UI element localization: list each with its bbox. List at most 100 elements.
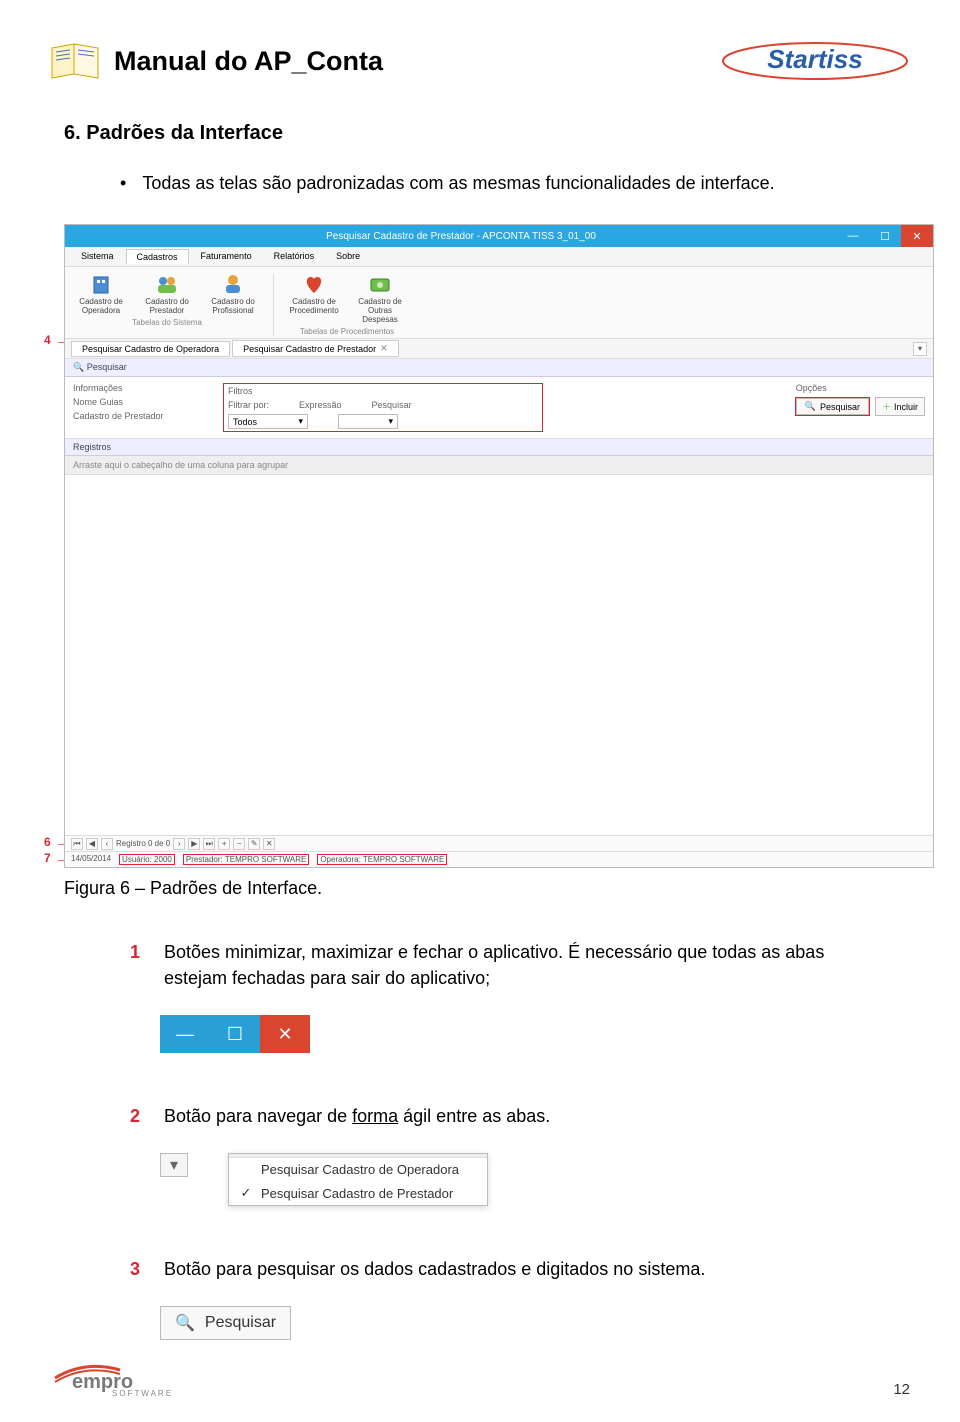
menu-faturamento[interactable]: Faturamento bbox=[191, 249, 262, 264]
pager: ⏮ ◀ ‹ Registro 0 de 0 › ▶ ⏭ + − ✎ ✕ bbox=[65, 835, 933, 851]
page-header: Manual do AP_Conta Startiss bbox=[50, 40, 910, 82]
check-icon: ✓ bbox=[239, 1185, 253, 1201]
app-screenshot: Pesquisar Cadastro de Prestador - APCONT… bbox=[64, 224, 934, 868]
manual-title: Manual do AP_Conta bbox=[114, 46, 383, 77]
section-heading: 6. Padrões da Interface bbox=[64, 122, 910, 145]
window-title: Pesquisar Cadastro de Prestador - APCONT… bbox=[85, 231, 837, 242]
pager-cancel-button[interactable]: ✕ bbox=[263, 838, 275, 850]
panel-registros: Registros bbox=[65, 439, 933, 456]
people-icon bbox=[154, 273, 180, 295]
filtrar-por-label: Filtrar por: bbox=[228, 400, 269, 410]
filtros-column: Filtros Filtrar por: Expressão Pesquisar… bbox=[223, 383, 543, 432]
ribbon: Cadastro de Operadora Cadastro do Presta… bbox=[65, 267, 933, 339]
rib-cad-prestador[interactable]: Cadastro do Prestador bbox=[139, 273, 195, 315]
dropdown-item[interactable]: ✓Pesquisar Cadastro de Prestador bbox=[229, 1181, 487, 1205]
pager-text: Registro 0 de 0 bbox=[116, 839, 170, 848]
rib-cad-despesas[interactable]: Cadastro de Outras Despesas bbox=[352, 273, 408, 324]
inset-pesquisar-button: 🔍 Pesquisar bbox=[160, 1306, 910, 1340]
building-icon bbox=[88, 273, 114, 295]
pager-next-button[interactable]: ▶ bbox=[188, 838, 200, 850]
item-number: 3 bbox=[130, 1256, 146, 1282]
menu-cadastros[interactable]: Cadastros bbox=[126, 249, 189, 264]
tempro-logo: empro SOFTWARE bbox=[50, 1358, 200, 1398]
document-tabstrip: Pesquisar Cadastro de Operadora Pesquisa… bbox=[65, 339, 933, 359]
list-item-1: 1 Botões minimizar, maximizar e fechar o… bbox=[130, 939, 910, 991]
intro-bullet: • Todas as telas são padronizadas com as… bbox=[120, 173, 910, 194]
expressao-label: Expressão bbox=[299, 400, 342, 410]
menu-sistema[interactable]: Sistema bbox=[71, 249, 124, 264]
maximize-icon: ☐ bbox=[210, 1015, 260, 1053]
window-controls: — ☐ ✕ bbox=[837, 225, 933, 247]
menu-relatorios[interactable]: Relatórios bbox=[264, 249, 325, 264]
search-icon: 🔍 bbox=[805, 401, 816, 412]
chevron-down-icon: ▾ bbox=[298, 416, 303, 427]
pager-first-button[interactable]: ⏮ bbox=[71, 838, 83, 850]
pesquisar-col-label: Pesquisar bbox=[372, 400, 412, 410]
grid-body bbox=[65, 475, 933, 835]
ribbon-group-proced: Cadastro de Procedimento Cadastro de Out… bbox=[286, 273, 408, 336]
heart-icon bbox=[301, 273, 327, 295]
close-button[interactable]: ✕ bbox=[901, 225, 933, 247]
pager-edit-button[interactable]: ✎ bbox=[248, 838, 260, 850]
filtrar-por-select[interactable]: Todos▾ bbox=[228, 414, 308, 429]
info-header: Informações bbox=[73, 383, 213, 393]
pager-prevpage-button[interactable]: ‹ bbox=[101, 838, 113, 850]
rib-cad-operadora[interactable]: Cadastro de Operadora bbox=[73, 273, 129, 315]
status-prestador: Prestador: TEMPRO SOFTWARE bbox=[183, 854, 309, 865]
menu-sobre[interactable]: Sobre bbox=[326, 249, 370, 264]
inset-tab-dropdown: ▾ Pesquisar Cadastro de Operadora ✓Pesqu… bbox=[160, 1153, 910, 1206]
startiss-logo: Startiss bbox=[720, 40, 910, 82]
list-item-3: 3 Botão para pesquisar os dados cadastra… bbox=[130, 1256, 910, 1282]
money-icon bbox=[367, 273, 393, 295]
ribbon-group-label-1: Tabelas do Sistema bbox=[132, 318, 202, 327]
dropdown-trigger[interactable]: ▾ bbox=[160, 1153, 188, 1177]
status-date: 14/05/2014 bbox=[71, 854, 111, 865]
doc-tab-prestador[interactable]: Pesquisar Cadastro de Prestador✕ bbox=[232, 340, 399, 357]
ribbon-group-label-2: Tabelas de Procedimentos bbox=[300, 327, 394, 336]
close-tab-icon[interactable]: ✕ bbox=[380, 343, 388, 354]
incluir-button[interactable]: ＋ Incluir bbox=[875, 397, 925, 416]
opcoes-header: Opções bbox=[796, 383, 827, 393]
list-item-2: 2 Botão para navegar de forma ágil entre… bbox=[130, 1103, 910, 1129]
plus-icon: ＋ bbox=[882, 400, 891, 413]
minimize-button[interactable]: — bbox=[837, 225, 869, 247]
filtros-header: Filtros bbox=[228, 386, 538, 396]
pesquisar-button-sample[interactable]: 🔍 Pesquisar bbox=[160, 1306, 291, 1340]
panel-pesquisar: 🔍 Pesquisar bbox=[65, 359, 933, 377]
rib-cad-profissional[interactable]: Cadastro do Profissional bbox=[205, 273, 261, 315]
menu-bar: Sistema Cadastros Faturamento Relatórios… bbox=[65, 247, 933, 267]
filters-area: Informações Nome Guias Cadastro de Prest… bbox=[65, 377, 933, 439]
pager-add-button[interactable]: + bbox=[218, 838, 230, 850]
item-text: Botão para navegar de forma ágil entre a… bbox=[164, 1103, 550, 1129]
inset-window-controls: — ☐ ✕ bbox=[160, 1015, 910, 1053]
tab-dropdown-button[interactable]: ▾ bbox=[913, 342, 927, 356]
maximize-button[interactable]: ☐ bbox=[869, 225, 901, 247]
search-icon: 🔍 bbox=[175, 1313, 195, 1333]
ribbon-group-sistema: Cadastro de Operadora Cadastro do Presta… bbox=[73, 273, 261, 336]
page-footer: empro SOFTWARE 12 bbox=[50, 1358, 910, 1398]
pager-last-button[interactable]: ⏭ bbox=[203, 838, 215, 850]
person-icon bbox=[220, 273, 246, 295]
item-number: 2 bbox=[130, 1103, 146, 1129]
opcoes-column: Opções 🔍 Pesquisar ＋ Incluir bbox=[796, 383, 925, 416]
dropdown-menu: Pesquisar Cadastro de Operadora ✓Pesquis… bbox=[228, 1153, 488, 1206]
dropdown-item[interactable]: Pesquisar Cadastro de Operadora bbox=[229, 1158, 487, 1181]
page-number: 12 bbox=[893, 1381, 910, 1398]
status-bar: 14/05/2014 Usuário: 2000 Prestador: TEMP… bbox=[65, 851, 933, 867]
pager-prev-button[interactable]: ◀ bbox=[86, 838, 98, 850]
pager-remove-button[interactable]: − bbox=[233, 838, 245, 850]
pager-nextpage-button[interactable]: › bbox=[173, 838, 185, 850]
item-text: Botão para pesquisar os dados cadastrado… bbox=[164, 1256, 705, 1282]
pesquisar-button[interactable]: 🔍 Pesquisar bbox=[796, 398, 869, 415]
header-left: Manual do AP_Conta bbox=[50, 42, 383, 80]
intro-text: Todas as telas são padronizadas com as m… bbox=[142, 173, 774, 194]
info-nome-guias: Nome Guias bbox=[73, 397, 213, 407]
svg-text:Startiss: Startiss bbox=[767, 44, 862, 74]
expressao-select[interactable]: ▾ bbox=[338, 414, 398, 429]
bullet-dot: • bbox=[120, 173, 126, 194]
chevron-down-icon: ▾ bbox=[388, 416, 393, 427]
status-usuario: Usuário: 2000 bbox=[119, 854, 175, 865]
doc-tab-operadora[interactable]: Pesquisar Cadastro de Operadora bbox=[71, 341, 230, 357]
rib-cad-procedimento[interactable]: Cadastro de Procedimento bbox=[286, 273, 342, 324]
close-icon: ✕ bbox=[260, 1015, 310, 1053]
